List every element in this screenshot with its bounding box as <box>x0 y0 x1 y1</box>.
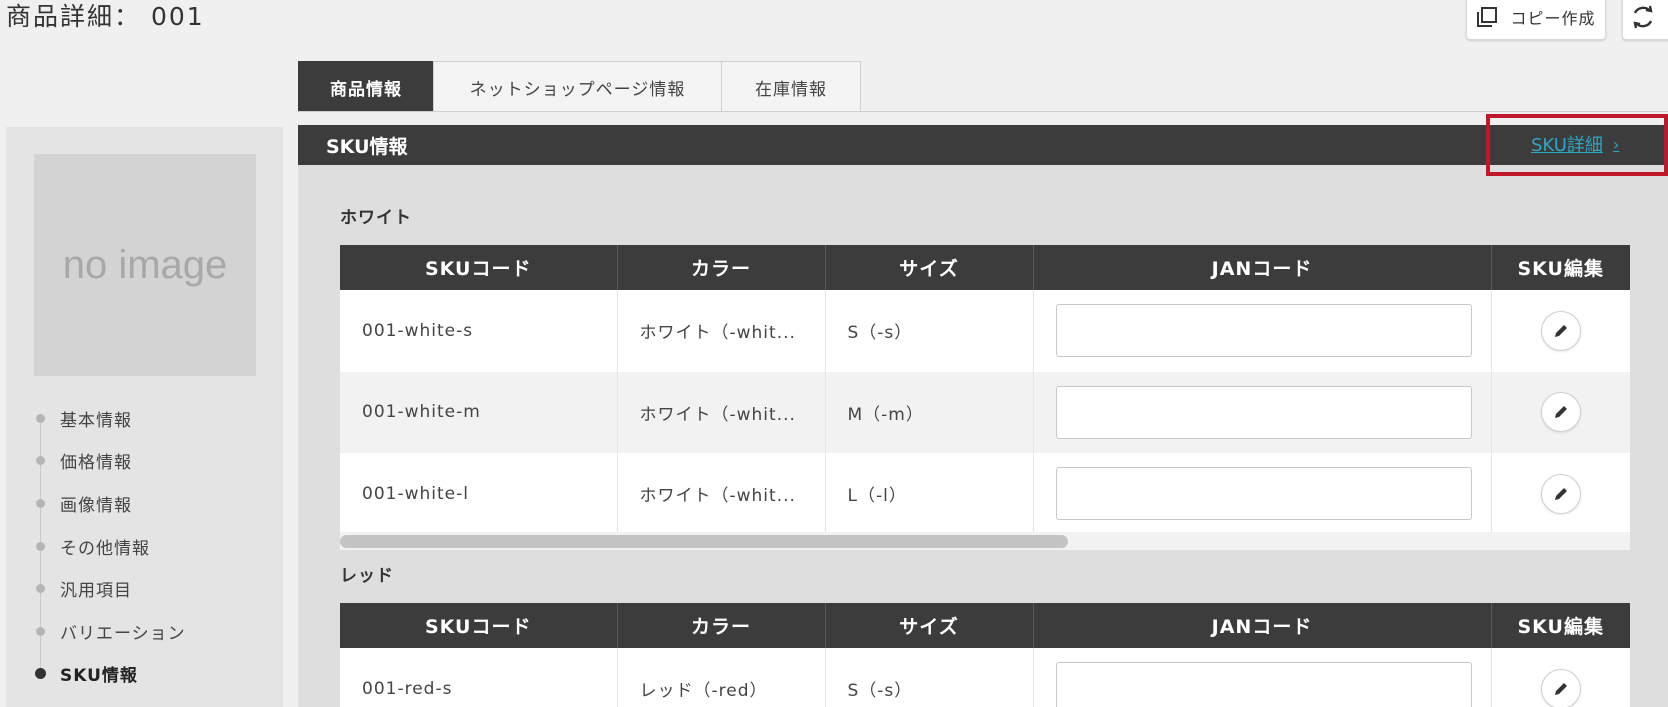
bullet-icon <box>36 584 45 594</box>
table-header-row: SKUコード カラー サイズ JANコード SKU編集 <box>340 603 1630 648</box>
pencil-icon <box>1554 324 1567 337</box>
table-row: 001-white-m ホワイト（-whit... M（-m） <box>340 371 1630 453</box>
edit-cell <box>1491 371 1630 453</box>
tab-product-info[interactable]: 商品情報 <box>298 61 434 112</box>
group-title-white: ホワイト <box>340 208 412 228</box>
sidebar-nav: 基本情報 価格情報 画像情報 その他情報 汎用項目 バリエーション SKU情報 <box>34 397 186 695</box>
refresh-button[interactable] <box>1622 0 1668 40</box>
sku-edit-button[interactable] <box>1540 310 1581 351</box>
edit-cell <box>1491 648 1630 707</box>
bullet-icon <box>36 456 45 466</box>
size-cell: S（-s） <box>825 648 1034 707</box>
group-title-red: レッド <box>340 566 394 586</box>
tab-netshop-page[interactable]: ネットショップページ情報 <box>433 61 722 112</box>
color-cell: ホワイト（-whit... <box>617 371 826 453</box>
column-header: JANコード <box>1033 245 1492 290</box>
table-row: 001-white-l ホワイト（-whit... L（-l） <box>340 453 1630 535</box>
column-header: JANコード <box>1033 603 1492 648</box>
copy-button-label: コピー作成 <box>1510 9 1596 28</box>
sidebar: no image 基本情報 価格情報 画像情報 その他情報 汎用項目 バリエーシ… <box>6 127 283 707</box>
bullet-icon <box>36 498 45 508</box>
pencil-icon <box>1554 406 1567 419</box>
pencil-icon <box>1554 487 1567 500</box>
sidebar-item-sku[interactable]: SKU情報 <box>34 638 186 696</box>
sidebar-item-general[interactable]: 汎用項目 <box>34 553 186 624</box>
product-image-placeholder: no image <box>34 154 256 376</box>
color-cell: ホワイト（-whit... <box>617 290 826 372</box>
jan-code-input[interactable] <box>1055 385 1472 439</box>
highlight-box <box>1486 114 1668 176</box>
table-row: 001-white-s ホワイト（-whit... S（-s） <box>340 290 1630 372</box>
table-row: 001-red-s レッド（-red） S（-s） <box>340 648 1630 707</box>
bullet-icon <box>36 626 45 636</box>
tab-inventory[interactable]: 在庫情報 <box>721 61 861 112</box>
horizontal-scrollbar[interactable] <box>340 532 1630 550</box>
sku-edit-button[interactable] <box>1540 392 1581 433</box>
edit-cell <box>1491 453 1630 535</box>
color-cell: ホワイト（-whit... <box>617 453 826 535</box>
tab-divider <box>298 111 1668 112</box>
jan-code-input[interactable] <box>1055 467 1472 521</box>
sidebar-item-basic[interactable]: 基本情報 <box>34 397 186 454</box>
jan-cell <box>1033 371 1492 453</box>
jan-cell <box>1033 290 1492 372</box>
size-cell: L（-l） <box>825 453 1034 535</box>
column-header: SKU編集 <box>1491 603 1630 648</box>
sidebar-item-image[interactable]: 画像情報 <box>34 468 186 539</box>
sku-edit-button[interactable] <box>1540 668 1581 707</box>
pencil-icon <box>1554 682 1567 695</box>
table-header-row: SKUコード カラー サイズ JANコード SKU編集 <box>340 245 1630 290</box>
column-header: カラー <box>617 245 826 290</box>
sku-table-red: SKUコード カラー サイズ JANコード SKU編集 001-red-s レッ… <box>340 603 1630 707</box>
jan-cell <box>1033 453 1492 535</box>
column-header: カラー <box>617 603 826 648</box>
panel-title: SKU情報 <box>298 125 1668 165</box>
sku-edit-button[interactable] <box>1540 473 1581 514</box>
sku-table-white: SKUコード カラー サイズ JANコード SKU編集 001-white-s … <box>340 245 1630 535</box>
bullet-icon <box>36 541 45 551</box>
sku-code-cell: 001-white-l <box>340 453 618 535</box>
sidebar-item-variation[interactable]: バリエーション <box>34 596 186 667</box>
column-header: SKUコード <box>340 245 618 290</box>
column-header: SKUコード <box>340 603 618 648</box>
column-header: サイズ <box>825 603 1034 648</box>
tab-bar: 商品情報 ネットショップページ情報 在庫情報 <box>298 61 861 112</box>
copy-button[interactable]: コピー作成 <box>1466 0 1606 40</box>
bullet-icon <box>35 668 46 680</box>
sku-code-cell: 001-red-s <box>340 648 618 707</box>
copy-icon <box>1477 7 1498 27</box>
size-cell: S（-s） <box>825 290 1034 372</box>
jan-cell <box>1033 648 1492 707</box>
sidebar-item-price[interactable]: 価格情報 <box>34 425 186 496</box>
edit-cell <box>1491 290 1630 372</box>
refresh-icon <box>1633 5 1653 29</box>
page-title: 商品詳細： 001 <box>6 2 205 31</box>
size-cell: M（-m） <box>825 371 1034 453</box>
column-header: サイズ <box>825 245 1034 290</box>
sku-code-cell: 001-white-s <box>340 290 618 372</box>
sku-code-cell: 001-white-m <box>340 371 618 453</box>
column-header: SKU編集 <box>1491 245 1630 290</box>
color-cell: レッド（-red） <box>617 648 826 707</box>
jan-code-input[interactable] <box>1055 662 1472 707</box>
jan-code-input[interactable] <box>1055 304 1472 358</box>
sidebar-item-other[interactable]: その他情報 <box>34 510 186 581</box>
scrollbar-thumb[interactable] <box>340 535 1068 548</box>
bullet-icon <box>36 413 45 423</box>
